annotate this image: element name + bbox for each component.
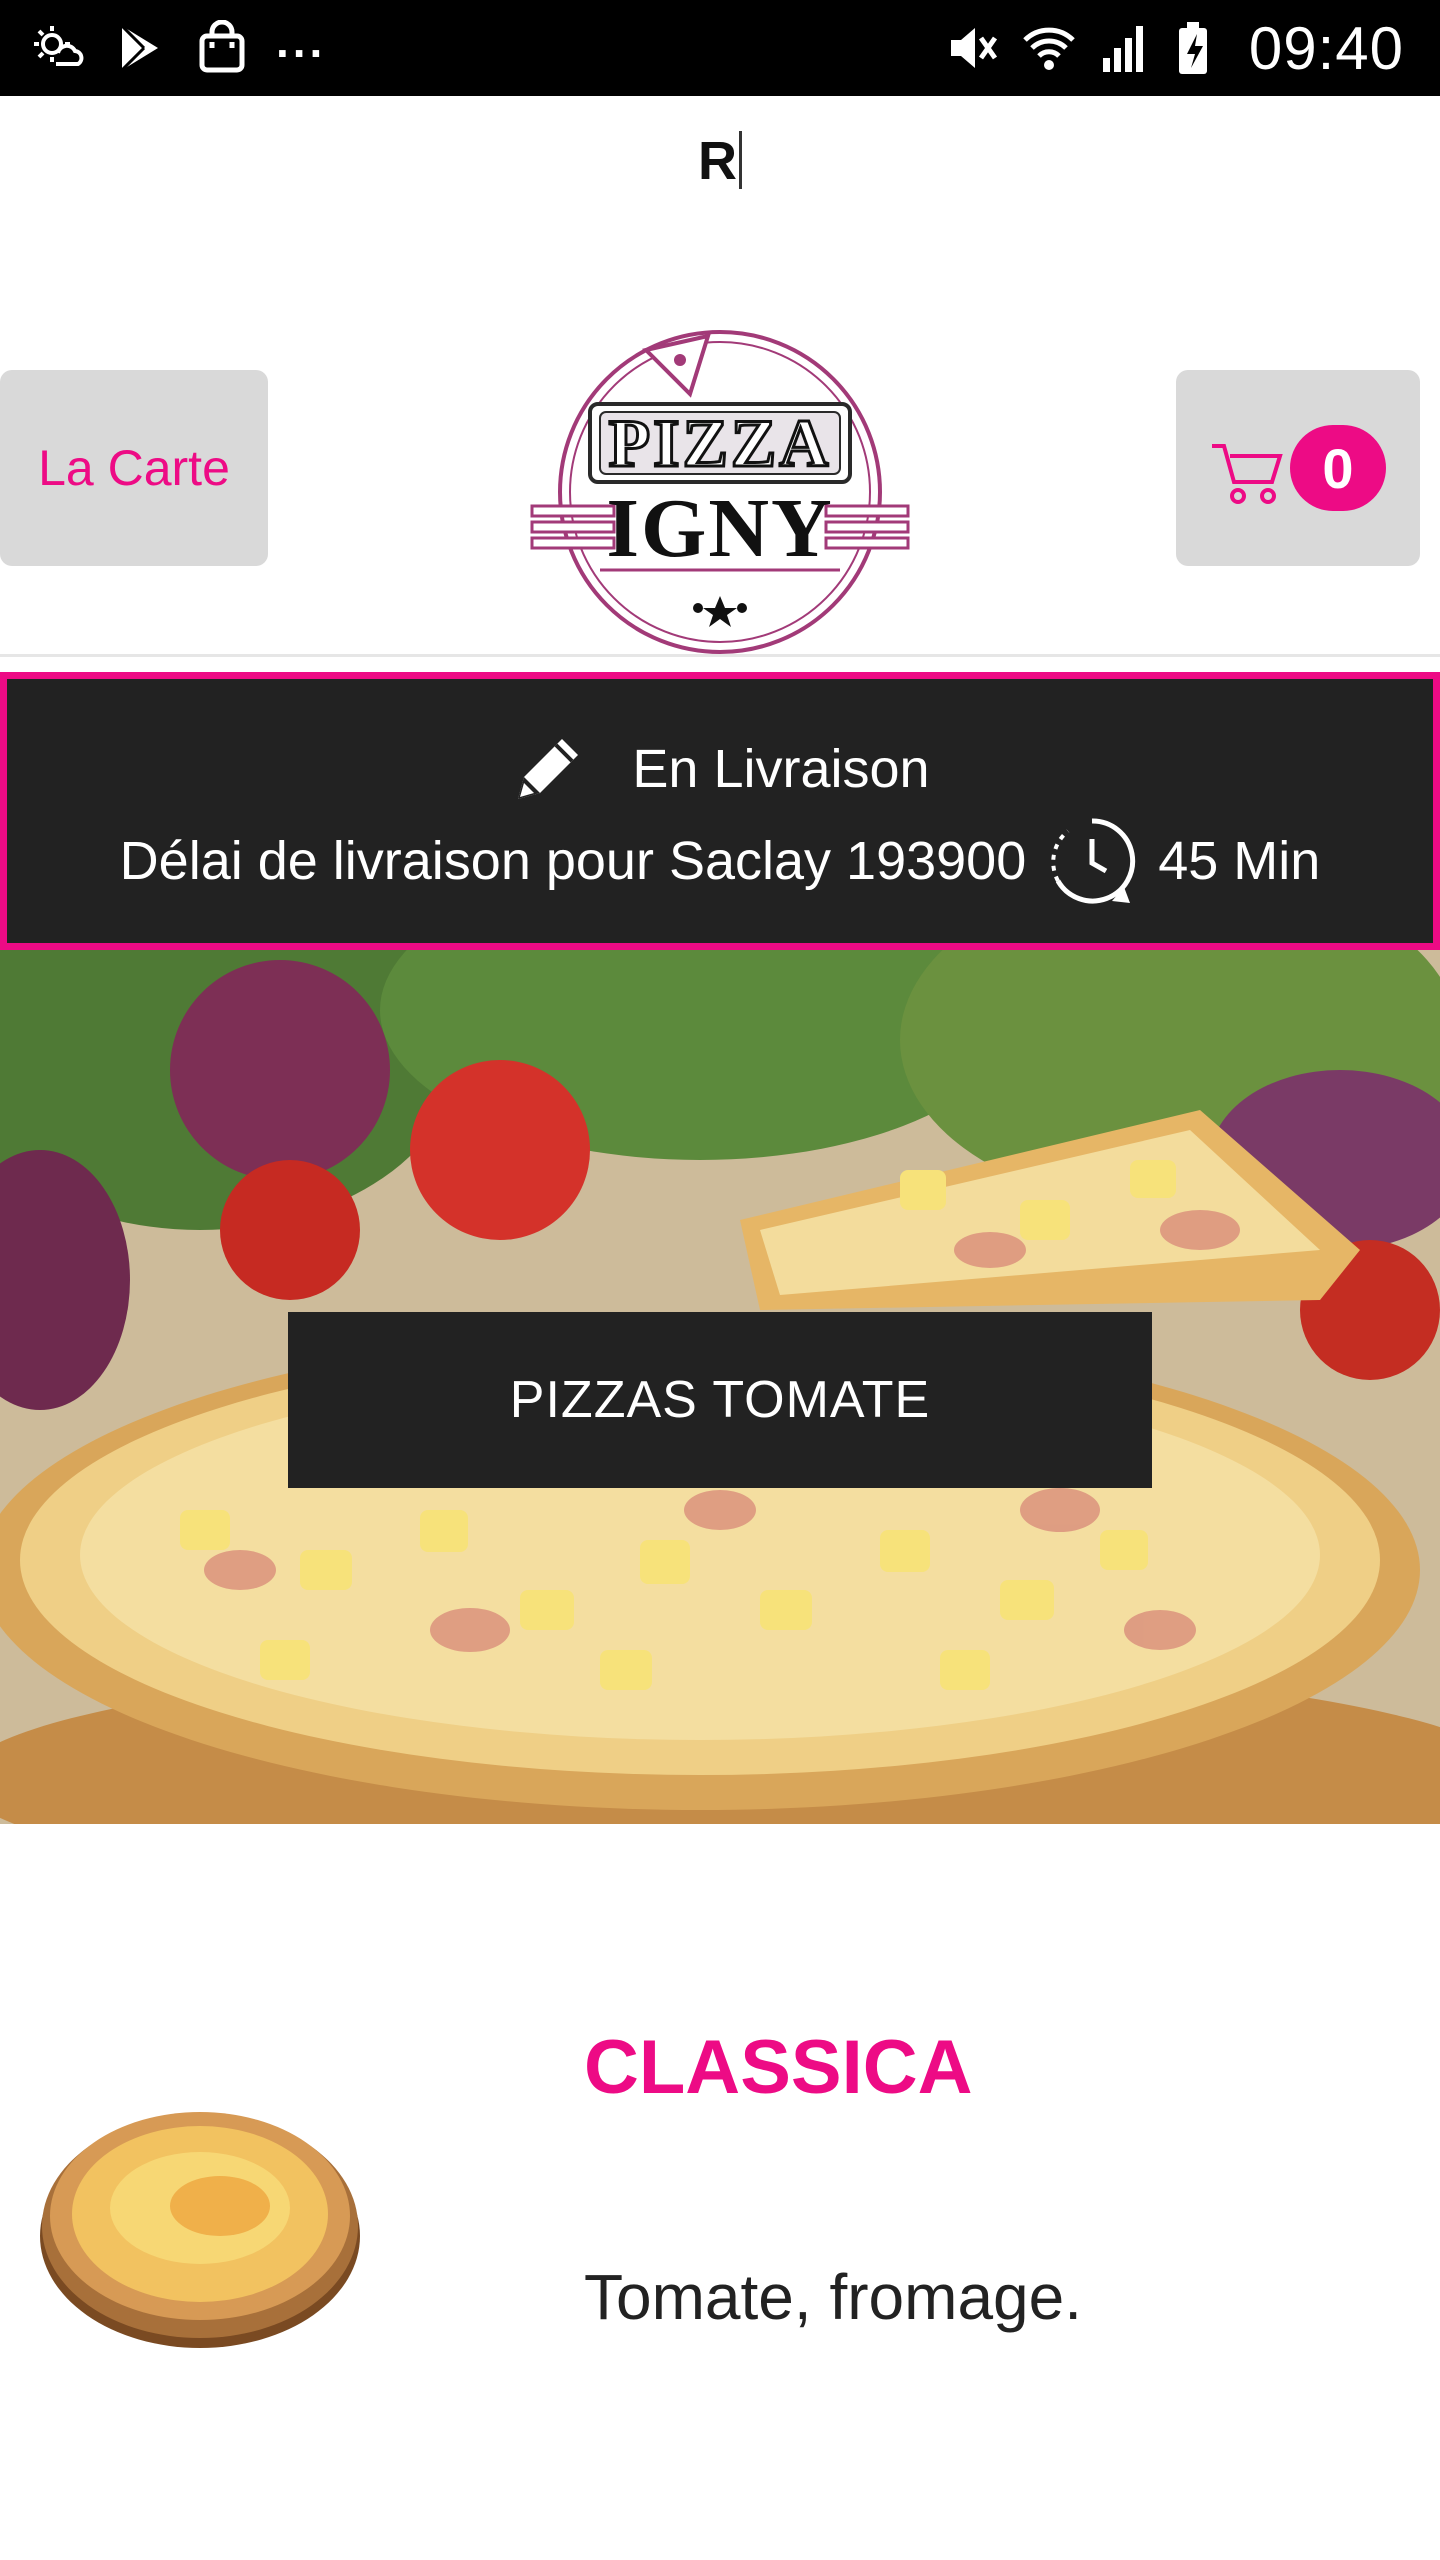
shopping-bag-icon	[199, 20, 245, 73]
delivery-mode-label: En Livraison	[632, 739, 930, 799]
delivery-delay-row: Délai de livraison pour Saclay 193900 45…	[7, 809, 1433, 913]
header-divider	[0, 654, 1440, 657]
clock-time: 09:40	[1248, 14, 1404, 82]
pizza-igny-logo[interactable]: PIZZA IGNY	[530, 320, 910, 660]
logo-text-bottom: IGNY	[606, 482, 833, 575]
search-input[interactable]: R	[0, 130, 1440, 192]
mute-icon	[950, 28, 997, 68]
battery-icon	[1178, 22, 1207, 74]
pencil-icon[interactable]	[510, 731, 586, 807]
text-caret	[739, 131, 742, 189]
cart-button[interactable]: 0	[1176, 370, 1420, 566]
play-store-icon	[120, 24, 158, 72]
status-bar: ... 09:40	[0, 0, 1440, 96]
status-right: 09:40	[945, 15, 1404, 82]
cart-icon	[1212, 444, 1283, 504]
hero-pizza-image: PIZZAS TOMATE	[0, 950, 1440, 1824]
search-input-value: R	[698, 131, 737, 191]
classica-pizza-image	[40, 2112, 360, 2348]
delivery-banner[interactable]: En Livraison Délai de livraison pour Sac…	[0, 672, 1440, 950]
logo-text-top: PIZZA	[609, 405, 832, 481]
clock-icon	[1051, 818, 1136, 904]
delivery-mode-row: En Livraison	[7, 731, 1433, 807]
product-name: CLASSICA	[584, 2025, 973, 2110]
product-item[interactable]: CLASSICA Tomate, fromage.	[0, 1824, 1440, 2560]
category-pizzas-tomate-button[interactable]: PIZZAS TOMATE	[288, 1312, 1152, 1488]
status-left: ...	[30, 18, 326, 78]
cart-count-badge: 0	[1290, 425, 1386, 511]
la-carte-button[interactable]: La Carte	[0, 370, 268, 566]
signal-icon	[1102, 26, 1143, 72]
delivery-delay-text: Délai de livraison pour Saclay 193900	[119, 831, 1027, 891]
wifi-icon	[1023, 27, 1075, 70]
weather-icon	[34, 26, 84, 66]
product-description: Tomate, fromage.	[584, 2261, 1082, 2333]
delivery-delay-value: 45 Min	[1158, 831, 1321, 891]
more-notifications-dots: ...	[276, 15, 327, 67]
